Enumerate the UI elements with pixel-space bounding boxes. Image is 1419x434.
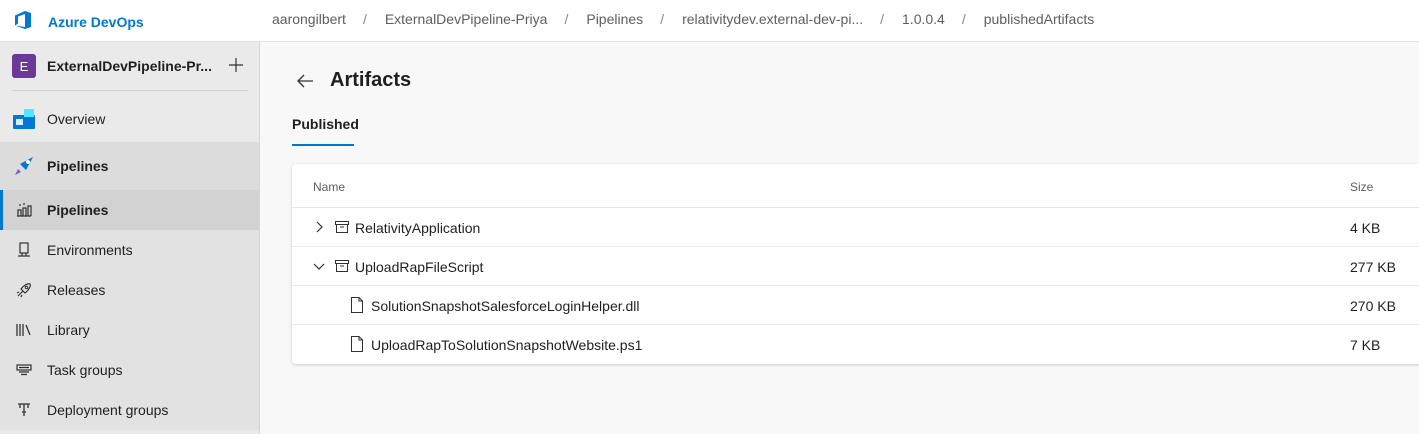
plus-icon[interactable] <box>225 54 247 76</box>
table-row[interactable]: UploadRapFileScript 277 KB <box>292 247 1419 286</box>
task-groups-icon <box>14 360 34 380</box>
breadcrumb-project[interactable]: ExternalDevPipeline-Priya <box>385 11 548 27</box>
back-arrow-icon[interactable] <box>294 70 316 92</box>
breadcrumb-separator: / <box>880 11 885 27</box>
page-title: Artifacts <box>330 69 412 91</box>
breadcrumb-separator: / <box>362 11 367 27</box>
sidebar-item-label: Environments <box>47 242 133 258</box>
sidebar-section-pipelines[interactable]: Pipelines <box>0 142 259 190</box>
artifact-size: 4 KB <box>1350 220 1381 236</box>
artifacts-table: Name Size RelativityApplication 4 KB Upl… <box>292 164 1419 364</box>
breadcrumb: aarongilbert / ExternalDevPipeline-Priya… <box>272 11 1094 27</box>
sidebar: E ExternalDevPipeline-Pr... Overview Pip… <box>0 42 260 434</box>
file-name[interactable]: SolutionSnapshotSalesforceLoginHelper.dl… <box>371 298 640 314</box>
breadcrumb-separator: / <box>660 11 665 27</box>
sidebar-subnav: Pipelines Environments Releases Library … <box>0 190 259 430</box>
pipelines-rocket-icon <box>12 154 36 178</box>
divider <box>12 90 248 91</box>
sidebar-item-environments[interactable]: Environments <box>0 230 259 270</box>
sidebar-item-deployment-groups[interactable]: Deployment groups <box>0 390 259 430</box>
file-icon <box>349 336 365 352</box>
sidebar-item-label: Pipelines <box>47 202 109 218</box>
column-header-size[interactable]: Size <box>1350 180 1373 194</box>
sidebar-item-label: Releases <box>47 282 106 298</box>
file-size: 7 KB <box>1350 337 1381 353</box>
table-header: Name Size <box>292 164 1419 208</box>
file-name[interactable]: UploadRapToSolutionSnapshotWebsite.ps1 <box>371 337 642 353</box>
breadcrumb-org[interactable]: aarongilbert <box>272 11 346 27</box>
top-bar: Azure DevOps aarongilbert / ExternalDevP… <box>0 0 1419 42</box>
azure-devops-icon <box>12 8 36 35</box>
breadcrumb-run[interactable]: 1.0.0.4 <box>902 11 945 27</box>
tab-active-indicator <box>292 144 354 146</box>
artifact-size: 277 KB <box>1350 259 1396 275</box>
column-header-name[interactable]: Name <box>313 180 345 194</box>
table-row[interactable]: SolutionSnapshotSalesforceLoginHelper.dl… <box>292 286 1419 325</box>
sidebar-item-label: Library <box>47 322 90 338</box>
sidebar-item-releases[interactable]: Releases <box>0 270 259 310</box>
sidebar-item-overview[interactable]: Overview <box>0 99 259 139</box>
chevron-right-icon[interactable] <box>312 220 326 234</box>
releases-icon <box>14 280 34 300</box>
chevron-down-icon[interactable] <box>312 259 326 273</box>
artifact-icon <box>334 219 350 235</box>
environments-icon <box>14 240 34 260</box>
table-row[interactable]: UploadRapToSolutionSnapshotWebsite.ps1 7… <box>292 325 1419 364</box>
deployment-groups-icon <box>14 400 34 420</box>
tab-published[interactable]: Published <box>292 116 359 132</box>
artifact-icon <box>334 258 350 274</box>
breadcrumb-pipeline[interactable]: relativitydev.external-dev-pi... <box>682 11 863 27</box>
table-row[interactable]: RelativityApplication 4 KB <box>292 208 1419 247</box>
sidebar-item-label: Task groups <box>47 362 123 378</box>
sidebar-item-label: Overview <box>47 111 106 127</box>
file-icon <box>349 297 365 313</box>
sidebar-section-label: Pipelines <box>47 158 109 174</box>
file-size: 270 KB <box>1350 298 1396 314</box>
pipelines-icon <box>14 200 34 220</box>
artifact-name[interactable]: UploadRapFileScript <box>355 259 483 275</box>
sidebar-item-pipelines[interactable]: Pipelines <box>0 190 259 230</box>
sidebar-item-library[interactable]: Library <box>0 310 259 350</box>
project-header[interactable]: E ExternalDevPipeline-Pr... <box>0 42 260 91</box>
brand-name: Azure DevOps <box>48 13 144 30</box>
breadcrumb-separator: / <box>564 11 569 27</box>
azure-devops-logo[interactable]: Azure DevOps <box>12 8 144 35</box>
breadcrumb-artifacts[interactable]: publishedArtifacts <box>984 11 1095 27</box>
artifact-name[interactable]: RelativityApplication <box>355 220 480 236</box>
sidebar-item-label: Deployment groups <box>47 402 169 418</box>
library-icon <box>14 320 34 340</box>
project-name[interactable]: ExternalDevPipeline-Pr... <box>47 58 212 74</box>
project-avatar: E <box>12 54 36 78</box>
breadcrumb-separator: / <box>961 11 966 27</box>
overview-icon <box>12 107 36 131</box>
sidebar-item-task-groups[interactable]: Task groups <box>0 350 259 390</box>
breadcrumb-pipelines[interactable]: Pipelines <box>586 11 643 27</box>
